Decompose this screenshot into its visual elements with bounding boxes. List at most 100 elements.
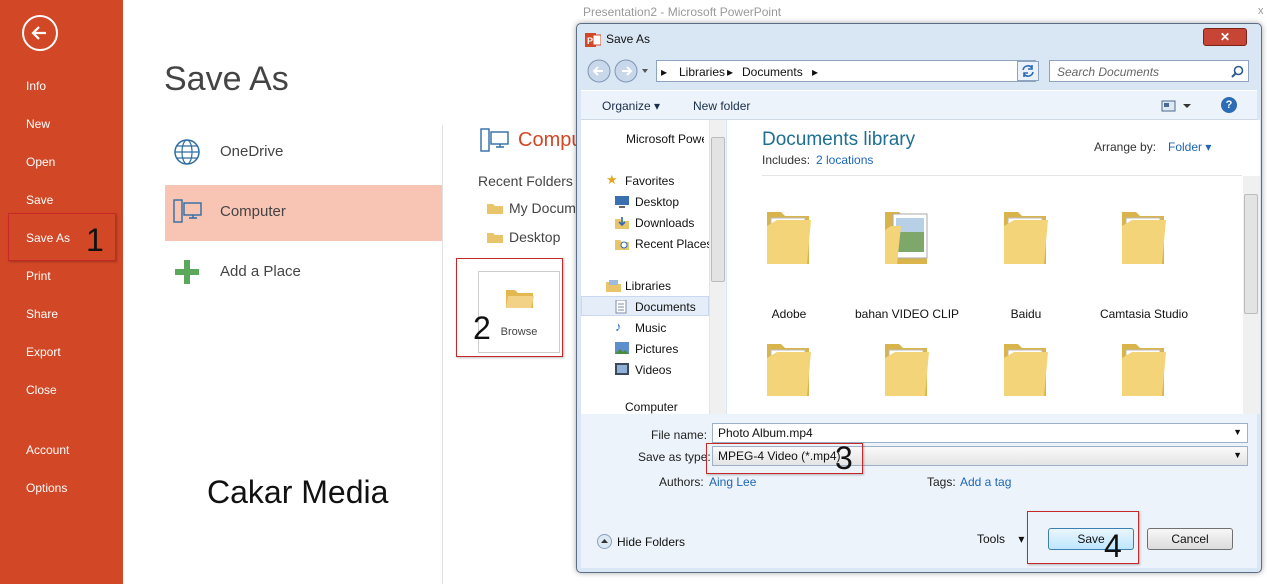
hide-folders-button[interactable]: Hide Folders (617, 535, 685, 549)
folder-icon (1122, 344, 1166, 396)
music-icon: ♪ (615, 319, 622, 334)
nav-label: Recent Places (635, 237, 713, 251)
folder-label: Baidu (1010, 307, 1042, 321)
divider (762, 175, 1242, 176)
step-3-number: 3 (835, 440, 853, 476)
menu-open[interactable]: Open (26, 155, 55, 169)
arrange-by-label: Arrange by: (1094, 140, 1157, 154)
recent-folder-item[interactable]: Desktop (487, 229, 560, 245)
nav-favorites[interactable]: ★ Favorites (606, 172, 674, 188)
tags-value[interactable]: Add a tag (960, 475, 1011, 489)
chevron-up-icon[interactable] (597, 534, 612, 549)
menu-account[interactable]: Account (26, 443, 69, 457)
nav-label: Computer (625, 400, 678, 414)
nav-powerpoint[interactable]: Microsoft PowerPoint (626, 132, 704, 146)
file-name-field[interactable]: Photo Album.mp4 ▼ (712, 423, 1248, 443)
globe-icon (174, 139, 200, 165)
folder-icon (1004, 212, 1048, 264)
menu-save[interactable]: Save (26, 193, 53, 207)
nav-computer[interactable]: Computer (625, 400, 678, 414)
tags-label: Tags: (927, 475, 956, 489)
menu-print[interactable]: Print (26, 269, 51, 283)
videos-icon (615, 363, 629, 375)
save-fields: File name: Photo Album.mp4 ▼ Save as typ… (581, 414, 1257, 502)
tools-button[interactable]: Tools ▾ (977, 532, 1024, 546)
folder-icon (1004, 344, 1048, 396)
place-add[interactable]: Add a Place (165, 245, 442, 301)
nav-libraries[interactable]: Libraries (606, 279, 672, 293)
scroll-thumb[interactable] (711, 137, 725, 282)
file-view: Documents library Includes: 2 locations … (727, 120, 1260, 414)
help-icon[interactable]: ? (1221, 97, 1237, 113)
nav-videos[interactable]: Videos (615, 363, 671, 377)
nav-recent-places[interactable]: Recent Places (615, 237, 713, 251)
nav-label: Documents (635, 300, 696, 314)
menu-close[interactable]: Close (26, 383, 57, 397)
folder-icon (885, 344, 929, 396)
nav-downloads[interactable]: Downloads (615, 216, 694, 230)
folder-icon (487, 233, 503, 243)
nav-label: Libraries (625, 279, 672, 293)
view-options-icon[interactable] (1161, 99, 1195, 113)
address-bar[interactable]: ▸ Libraries ▸ Documents ▸ ▼ (656, 60, 1093, 82)
recent-places-icon (615, 240, 629, 250)
downloads-icon (615, 217, 629, 229)
dialog-footer: Hide Folders Tools ▾ Save Cancel (581, 502, 1257, 568)
library-title: Documents library (762, 129, 916, 150)
refresh-button[interactable] (1017, 61, 1039, 81)
chevron-down-icon[interactable]: ▼ (1233, 450, 1242, 460)
chevron-down-icon[interactable]: ▼ (1233, 427, 1242, 437)
divider (442, 125, 443, 584)
star-icon: ★ (606, 172, 618, 187)
step-1-number: 1 (86, 222, 104, 258)
close-icon[interactable]: ✕ (1203, 28, 1247, 46)
back-button[interactable] (22, 15, 58, 51)
new-folder-button[interactable]: New folder (693, 99, 750, 113)
menu-options[interactable]: Options (26, 481, 67, 495)
nav-label: Desktop (635, 195, 680, 209)
folder-label: Adobe (771, 307, 807, 321)
search-input[interactable]: Search Documents (1049, 60, 1249, 82)
window-close-button[interactable]: x (1258, 5, 1264, 17)
content-scrollbar[interactable] (1243, 176, 1260, 414)
dialog-title: Save As (606, 32, 651, 46)
nav-label: Music (635, 321, 667, 335)
breadcrumb-separator: ▸ (812, 65, 819, 79)
menu-info[interactable]: Info (26, 79, 46, 93)
navigation-pane: Microsoft PowerPoint ★ Favorites Desktop… (581, 120, 726, 414)
authors-value[interactable]: Aing Lee (709, 475, 756, 489)
tools-label: Tools (977, 532, 1006, 546)
nav-music[interactable]: ♪ Music (615, 319, 667, 335)
back-forward-buttons[interactable] (587, 59, 649, 83)
cancel-button[interactable]: Cancel (1147, 528, 1233, 550)
documents-icon (615, 300, 627, 314)
arrange-by-dropdown[interactable]: Folder ▾ (1168, 140, 1211, 154)
includes-link[interactable]: 2 locations (816, 153, 873, 167)
menu-share[interactable]: Share (26, 307, 58, 321)
file-name-label: File name: (651, 428, 708, 442)
scroll-thumb[interactable] (1244, 194, 1258, 314)
powerpoint-backstage: { "window": {"title": "Presentation2 - M… (0, 0, 1267, 584)
folder-icon (487, 204, 503, 214)
nav-scrollbar[interactable] (709, 120, 726, 414)
svg-text:P: P (587, 36, 593, 46)
includes-label: Includes: (762, 153, 811, 167)
breadcrumb-libraries[interactable]: Libraries (679, 65, 725, 79)
folder-icon (767, 212, 811, 264)
nav-label: Pictures (635, 342, 679, 356)
menu-export[interactable]: Export (26, 345, 61, 359)
menu-new[interactable]: New (26, 117, 50, 131)
step-4-highlight (1027, 511, 1139, 564)
place-label: OneDrive (220, 143, 284, 160)
nav-pictures[interactable]: Pictures (615, 342, 679, 356)
nav-documents[interactable]: Documents (615, 300, 696, 314)
organize-button[interactable]: Organize ▾ (602, 99, 660, 113)
nav-desktop[interactable]: Desktop (615, 195, 680, 209)
place-computer[interactable]: Computer (165, 185, 442, 241)
place-onedrive[interactable]: OneDrive (165, 125, 442, 181)
step-2-number: 2 (473, 310, 491, 346)
back-arrow-icon (31, 26, 46, 40)
breadcrumb-documents[interactable]: Documents (742, 65, 803, 79)
computer-icon (480, 128, 509, 152)
pictures-icon (615, 342, 629, 354)
